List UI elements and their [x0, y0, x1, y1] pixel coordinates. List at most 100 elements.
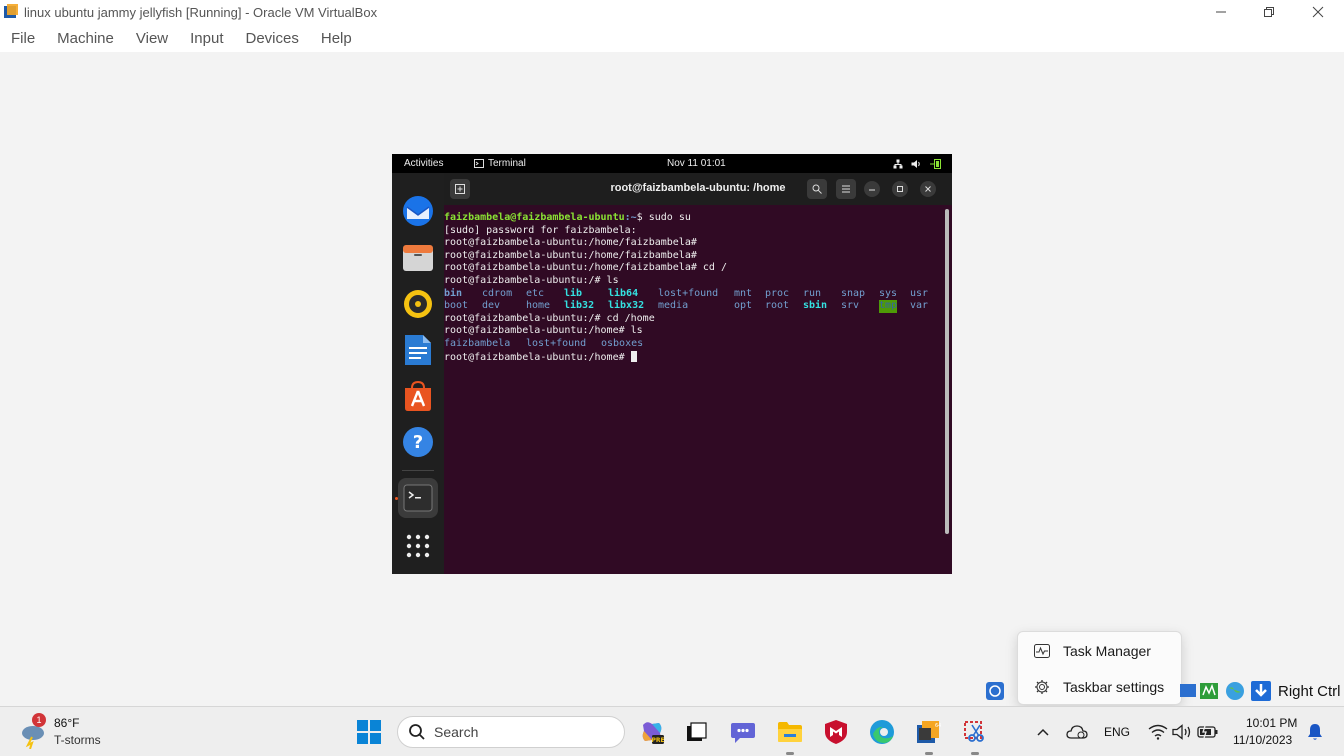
- minimize-icon: [869, 189, 875, 191]
- menubar: File Machine View Input Devices Help: [0, 24, 1344, 52]
- language-indicator[interactable]: ENG: [1104, 725, 1130, 739]
- restore-icon: [1264, 7, 1274, 17]
- dir-entry: etc: [526, 287, 545, 299]
- start-button[interactable]: [356, 719, 382, 745]
- menu-help[interactable]: Help: [321, 30, 352, 47]
- task-manager-item[interactable]: Task Manager: [1018, 633, 1183, 669]
- minimize-icon: [1216, 11, 1226, 13]
- svg-text:?: ?: [413, 432, 423, 453]
- dock-thunderbird[interactable]: [398, 191, 438, 231]
- dir-entry: faizbambela: [444, 337, 511, 349]
- active-indicator: [971, 752, 979, 755]
- app-menu-terminal[interactable]: Terminal: [474, 158, 526, 169]
- gnome-topbar: Activities Terminal Nov 11 01:01: [392, 154, 952, 173]
- virtualbox-icon: [2, 3, 20, 21]
- menu-machine[interactable]: Machine: [57, 30, 114, 47]
- taskbar-snipping-tool[interactable]: [962, 719, 988, 745]
- terminal-output[interactable]: faizbambela@faizbambela-ubuntu:~$ sudo s…: [444, 205, 952, 574]
- search-button[interactable]: [807, 179, 827, 199]
- dock-app-center[interactable]: [398, 376, 438, 416]
- dock-show-apps[interactable]: [398, 526, 438, 566]
- taskbar-teams[interactable]: [730, 719, 756, 745]
- clock-date[interactable]: 11/10/2023: [1233, 733, 1292, 747]
- dir-entry: cdrom: [482, 287, 513, 299]
- restore-button[interactable]: [1246, 0, 1292, 24]
- dir-entry: sbin: [803, 300, 828, 312]
- taskbar-virtualbox[interactable]: 64: [915, 719, 941, 745]
- close-button[interactable]: [1295, 0, 1341, 24]
- hard-disk-icon[interactable]: [984, 680, 1006, 702]
- notifications-button[interactable]: [1302, 719, 1328, 745]
- virtualbox-icon: 64: [917, 721, 941, 743]
- dock-terminal[interactable]: [398, 478, 438, 518]
- dock-files[interactable]: [398, 238, 438, 278]
- running-indicator: [395, 497, 398, 500]
- dock-libreoffice-writer[interactable]: [398, 330, 438, 370]
- dir-entry: opt: [734, 300, 753, 312]
- activities-button[interactable]: Activities: [404, 158, 443, 169]
- terminal-minimize-button[interactable]: [864, 181, 880, 197]
- menu-view[interactable]: View: [136, 30, 168, 47]
- window-title: linux ubuntu jammy jellyfish [Running] -…: [24, 4, 378, 20]
- volume-icon: [911, 159, 920, 168]
- clock-time[interactable]: 10:01 PM: [1246, 716, 1297, 730]
- wifi-icon: [1148, 724, 1168, 740]
- display-icon[interactable]: [1177, 680, 1199, 702]
- terminal-close-button[interactable]: [920, 181, 936, 197]
- download-arrow-icon[interactable]: [1250, 680, 1272, 702]
- chat-icon: [731, 723, 755, 743]
- terminal-scrollbar[interactable]: [945, 209, 949, 534]
- dir-entry: media: [658, 300, 689, 312]
- help-icon: ?: [403, 427, 433, 457]
- taskbar-copilot[interactable]: PRE: [639, 719, 665, 745]
- ubuntu-dock: ?: [392, 173, 444, 574]
- taskbar-search[interactable]: Search: [397, 716, 625, 748]
- dock-rhythmbox[interactable]: [398, 284, 438, 324]
- network-globe-icon[interactable]: [1224, 680, 1246, 702]
- weather-widget[interactable]: 1 86°F T-storms: [18, 713, 138, 753]
- gnome-clock[interactable]: Nov 11 01:01: [667, 158, 726, 169]
- gnome-system-tray[interactable]: [893, 158, 942, 169]
- terminal-line: root@faizbambela-ubuntu:/# ls: [444, 274, 619, 286]
- taskbar-file-explorer[interactable]: [777, 719, 803, 745]
- shared-folders-icon[interactable]: [1198, 680, 1220, 702]
- writer-icon: [405, 335, 431, 365]
- ls-output-row: bin cdrom etc lib lib64 lost+found mnt p…: [444, 288, 952, 301]
- mcafee-shield-icon: [825, 720, 847, 744]
- terminal-cursor: [630, 350, 637, 362]
- dir-entry: var: [910, 300, 929, 312]
- taskbar-task-view[interactable]: [684, 719, 710, 745]
- dir-entry: lib32: [564, 300, 595, 312]
- dir-entry: bin: [444, 287, 463, 299]
- vm-screen[interactable]: Activities Terminal Nov 11 01:01 ? root@…: [392, 154, 952, 574]
- terminal-line: root@faizbambela-ubuntu:/home/faizbambel…: [444, 249, 697, 261]
- terminal-window[interactable]: root@faizbambela-ubuntu: /home faizbambe…: [444, 173, 952, 574]
- chevron-up-icon: [1037, 728, 1049, 736]
- volume-button[interactable]: [1169, 719, 1195, 745]
- vbox-status-strip: Right Ctrl: [984, 680, 1344, 704]
- network-status-button[interactable]: [1145, 719, 1171, 745]
- taskbar-edge[interactable]: [869, 719, 895, 745]
- dir-entry: home: [526, 300, 551, 312]
- terminal-maximize-button[interactable]: [892, 181, 908, 197]
- menu-devices[interactable]: Devices: [246, 30, 299, 47]
- battery-button[interactable]: [1195, 719, 1221, 745]
- onedrive-button[interactable]: [1064, 719, 1090, 745]
- vbox-titlebar: linux ubuntu jammy jellyfish [Running] -…: [0, 0, 1344, 24]
- task-manager-label: Task Manager: [1063, 643, 1151, 659]
- close-icon: [1312, 6, 1324, 18]
- hamburger-icon: [842, 185, 850, 193]
- dir-entry-tmp: tmp: [879, 300, 898, 313]
- terminal-line: root@faizbambela-ubuntu:/home# ls: [444, 325, 643, 337]
- dock-help[interactable]: ?: [398, 422, 438, 462]
- menu-file[interactable]: File: [11, 30, 35, 47]
- dir-entry: libx32: [608, 300, 645, 312]
- menu-input[interactable]: Input: [190, 30, 223, 47]
- show-hidden-icons-button[interactable]: [1030, 719, 1056, 745]
- minimize-button[interactable]: [1198, 0, 1244, 24]
- taskbar-mcafee[interactable]: [823, 719, 849, 745]
- terminal-line: root@faizbambela-ubuntu:/# cd /home: [444, 312, 655, 324]
- edge-icon: [870, 720, 894, 744]
- hamburger-menu-button[interactable]: [836, 179, 856, 199]
- dir-entry: srv: [841, 300, 860, 312]
